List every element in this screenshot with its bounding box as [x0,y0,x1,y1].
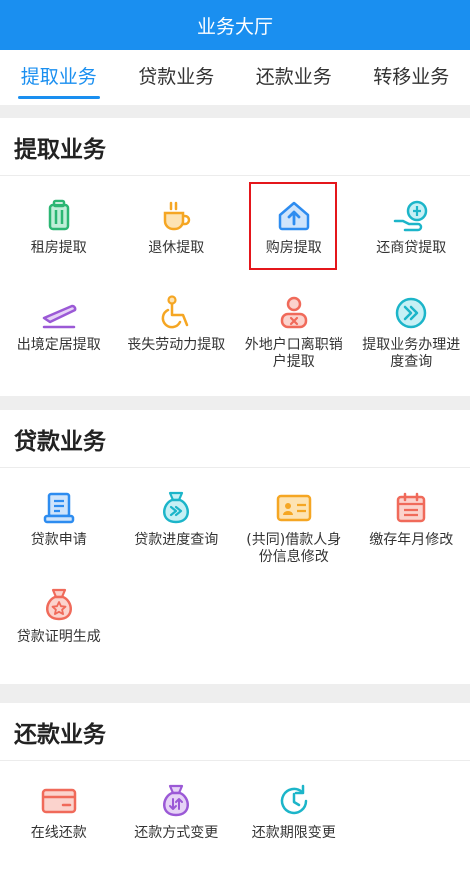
coffee-cup-icon [156,196,196,236]
service-nonlocal-account-closure-withdrawal[interactable]: 外地户口离职销户提取 [235,279,353,376]
tab-transfer[interactable]: 转移业务 [353,50,470,105]
service-label: 外地户口离职销户提取 [244,337,343,370]
tab-withdrawal[interactable]: 提取业务 [0,50,118,105]
service-label: 购房提取 [265,240,322,256]
tab-repayment[interactable]: 还款业务 [235,50,353,105]
service-label: 贷款进度查询 [134,532,219,548]
service-commercial-loan-withdrawal[interactable]: 还商贷提取 [353,182,470,279]
service-disability-withdrawal[interactable]: 丧失劳动力提取 [118,279,236,376]
service-borrower-identity-update[interactable]: (共同)借款人身份信息修改 [235,474,353,571]
page-title: 业务大厅 [0,0,470,50]
service-label: 退休提取 [148,240,205,256]
tab-loan[interactable]: 贷款业务 [118,50,236,105]
service-repayment-method-change[interactable]: 还款方式变更 [118,767,236,864]
clock-refresh-icon [274,781,314,821]
exchange-bag-icon [156,781,196,821]
section-repayment: 还款业务 在线还款 还款方式变更 还款期限变更 [0,703,470,873]
plane-icon [39,293,79,333]
section-title: 还款业务 [0,703,470,761]
money-bag-icon [156,488,196,528]
service-deposit-month-update[interactable]: 缴存年月修改 [353,474,470,571]
service-label: 丧失劳动力提取 [127,337,226,353]
id-card-icon [274,488,314,528]
card-icon [39,781,79,821]
service-emigration-withdrawal[interactable]: 出境定居提取 [0,279,118,376]
wheelchair-icon [156,293,196,333]
service-loan-certificate[interactable]: 贷款证明生成 [0,571,118,668]
section-title: 贷款业务 [0,410,470,468]
service-label: 出境定居提取 [16,337,101,353]
service-retirement-withdrawal[interactable]: 退休提取 [118,182,236,279]
service-online-repayment[interactable]: 在线还款 [0,767,118,864]
house-upload-icon [274,196,314,236]
service-withdrawal-progress-query[interactable]: 提取业务办理进度查询 [353,279,470,376]
form-icon [39,488,79,528]
luggage-icon [39,196,79,236]
service-loan-progress-query[interactable]: 贷款进度查询 [118,474,236,571]
service-home-purchase-withdrawal[interactable]: 购房提取 [235,182,353,279]
section-loan: 贷款业务 贷款申请 贷款进度查询 (共同)借款人身份信息修改 缴存年月修改 贷款… [0,410,470,684]
service-label: 贷款证明生成 [16,629,101,645]
service-label: 在线还款 [30,825,87,841]
double-arrow-icon [391,293,431,333]
service-label: 租房提取 [30,240,87,256]
service-label: 还款方式变更 [134,825,219,841]
service-label: 还商贷提取 [376,240,447,256]
service-rent-withdrawal[interactable]: 租房提取 [0,182,118,279]
hand-coin-icon [391,196,431,236]
service-label: 缴存年月修改 [369,532,454,548]
service-label: 提取业务办理进度查询 [362,337,461,370]
user-remove-icon [274,293,314,333]
category-tabs: 提取业务 贷款业务 还款业务 转移业务 [0,50,470,105]
star-bag-icon [39,585,79,625]
service-loan-application[interactable]: 贷款申请 [0,474,118,571]
calendar-icon [391,488,431,528]
section-title: 提取业务 [0,118,470,176]
service-label: (共同)借款人身份信息修改 [246,532,342,565]
service-label: 还款期限变更 [251,825,336,841]
section-withdrawal: 提取业务 租房提取 退休提取 购房提取 还商贷提取 出境定居提取 丧失劳动力提取… [0,118,470,396]
service-repayment-term-change[interactable]: 还款期限变更 [235,767,353,864]
service-label: 贷款申请 [30,532,87,548]
